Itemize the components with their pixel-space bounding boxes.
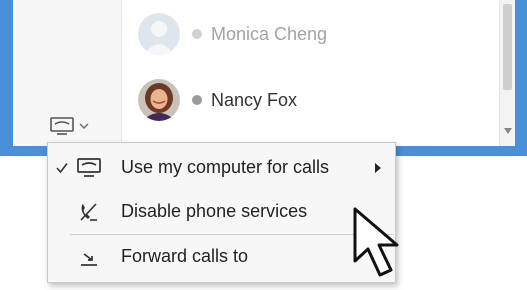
checkmark-icon — [56, 157, 68, 177]
chevron-down-icon — [79, 122, 89, 130]
menu-item-forward-calls[interactable]: Forward calls to — [48, 237, 395, 277]
presence-indicator — [192, 29, 202, 39]
scrollbar-thumb[interactable] — [503, 4, 512, 90]
menu-item-disable-phone[interactable]: Disable phone services — [48, 192, 395, 232]
contact-list: Monica Cheng Nancy Fox — [122, 0, 498, 146]
presence-indicator — [192, 95, 202, 105]
scrollbar[interactable] — [499, 0, 515, 146]
phone-disabled-icon — [75, 200, 103, 224]
menu-item-use-computer[interactable]: Use my computer for calls — [48, 148, 395, 188]
menu-separator — [70, 234, 394, 235]
contact-name: Nancy Fox — [211, 89, 298, 110]
mouse-pointer-icon — [351, 205, 423, 285]
contact-item[interactable]: Monica Cheng — [122, 2, 498, 66]
submenu-arrow-icon — [375, 163, 381, 173]
left-pane — [13, 0, 122, 146]
contact-name: Monica Cheng — [211, 23, 328, 44]
menu-item-label: Use my computer for calls — [121, 157, 330, 177]
menu-item-label: Disable phone services — [121, 201, 308, 221]
avatar — [138, 79, 180, 121]
computer-phone-icon — [75, 156, 103, 180]
device-context-menu: Use my computer for calls Disable phone … — [47, 142, 396, 283]
call-forward-icon — [75, 245, 103, 269]
scroll-down-icon[interactable] — [504, 128, 512, 134]
contacts-window: Monica Cheng Nancy Fox — [13, 0, 515, 146]
menu-item-label: Forward calls to — [121, 246, 249, 266]
device-selector-button[interactable] — [49, 115, 97, 137]
desk-phone-icon — [49, 116, 75, 136]
contact-item[interactable]: Nancy Fox — [122, 68, 498, 132]
avatar — [138, 13, 180, 55]
